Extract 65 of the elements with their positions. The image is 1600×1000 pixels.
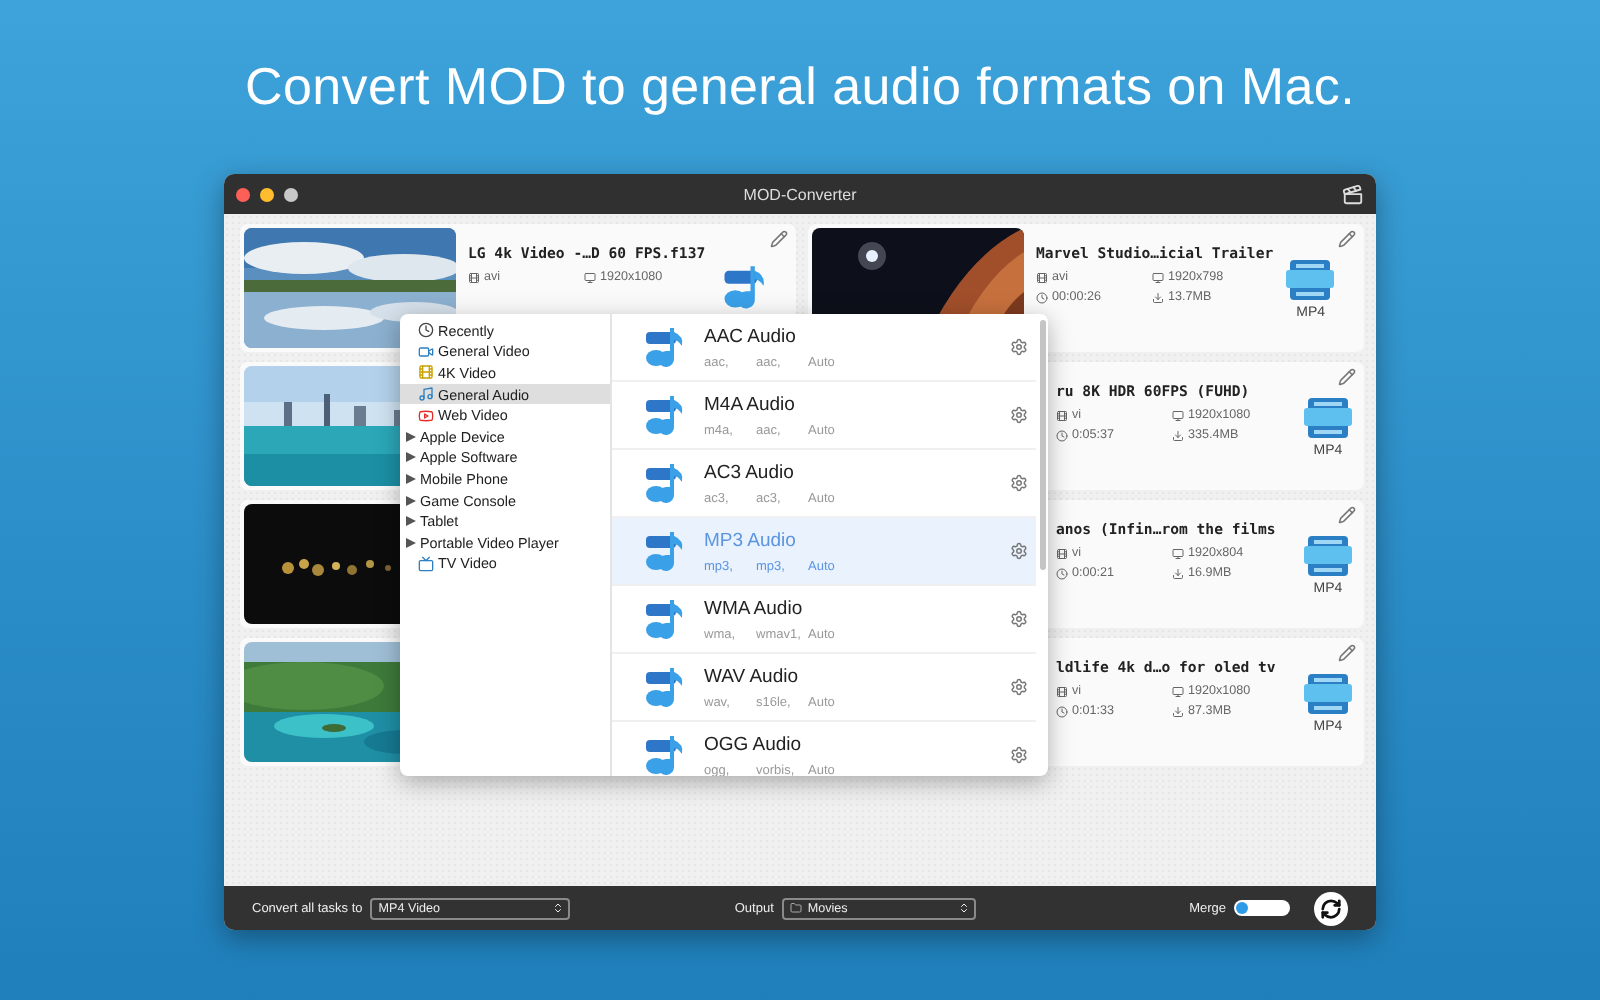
format-name: WAV Audio <box>704 665 800 687</box>
music-note-icon <box>640 663 688 711</box>
clock-icon <box>1056 429 1068 441</box>
settings-icon[interactable] <box>1010 610 1028 628</box>
film-strip-icon <box>1304 395 1352 439</box>
folder-icon <box>789 902 802 914</box>
monitor-icon <box>1172 409 1184 421</box>
music-note-icon <box>640 323 688 371</box>
film-strip-icon <box>1304 533 1352 577</box>
video-icon <box>418 343 434 360</box>
format-name: MP3 Audio <box>704 529 798 551</box>
pencil-icon[interactable] <box>1338 506 1356 524</box>
settings-icon[interactable] <box>1010 678 1028 696</box>
settings-icon[interactable] <box>1010 746 1028 764</box>
format-name: OGG Audio <box>704 733 804 755</box>
tv-icon <box>418 555 434 572</box>
music-note-icon <box>640 391 688 439</box>
film-icon <box>418 364 434 381</box>
film-icon <box>1056 409 1068 421</box>
film-icon <box>1036 271 1048 283</box>
format-name: AAC Audio <box>704 325 798 347</box>
clock-icon <box>1056 567 1068 579</box>
music-note-icon <box>418 386 434 403</box>
settings-icon[interactable] <box>1010 474 1028 492</box>
pencil-icon[interactable] <box>1338 230 1356 248</box>
clock-icon <box>418 322 434 339</box>
headline: Convert MOD to general audio formats on Mac. <box>244 54 1356 120</box>
scrollbar-thumb[interactable] <box>1040 320 1046 570</box>
pencil-icon[interactable] <box>770 230 788 248</box>
film-strip-icon <box>1304 671 1352 715</box>
film-icon <box>1056 547 1068 559</box>
convert-button[interactable] <box>1314 891 1348 925</box>
play-icon <box>418 407 434 424</box>
zoom-button[interactable] <box>284 187 298 201</box>
settings-icon[interactable] <box>1010 542 1028 560</box>
close-button[interactable] <box>236 187 250 201</box>
download-icon <box>1172 429 1184 441</box>
settings-icon[interactable] <box>1010 338 1028 356</box>
film-icon <box>468 271 480 283</box>
music-note-icon <box>640 527 688 575</box>
settings-icon[interactable] <box>1010 406 1028 424</box>
monitor-icon <box>584 271 596 283</box>
clapperboard-icon[interactable] <box>1342 183 1364 205</box>
format-name: M4A Audio <box>704 393 797 415</box>
window-title: MOD-Converter <box>743 185 857 203</box>
music-note-icon <box>640 459 688 507</box>
monitor-icon <box>1172 547 1184 559</box>
pencil-icon[interactable] <box>1338 644 1356 662</box>
music-note-icon <box>640 595 688 643</box>
monitor-icon <box>1152 271 1164 283</box>
film-strip-icon <box>1286 257 1335 301</box>
format-name: WMA Audio <box>704 597 805 619</box>
music-note-icon <box>640 731 688 776</box>
download-icon <box>1152 291 1164 303</box>
film-icon <box>1056 685 1068 697</box>
merge-toggle[interactable] <box>1234 900 1290 916</box>
download-icon <box>1172 705 1184 717</box>
format-name: AC3 Audio <box>704 461 796 483</box>
monitor-icon <box>1172 685 1184 697</box>
sync-icon <box>1320 897 1342 919</box>
minimize-button[interactable] <box>260 187 274 201</box>
pencil-icon[interactable] <box>1338 368 1356 386</box>
clock-icon <box>1036 291 1048 303</box>
clock-icon <box>1056 705 1068 717</box>
download-icon <box>1172 567 1184 579</box>
